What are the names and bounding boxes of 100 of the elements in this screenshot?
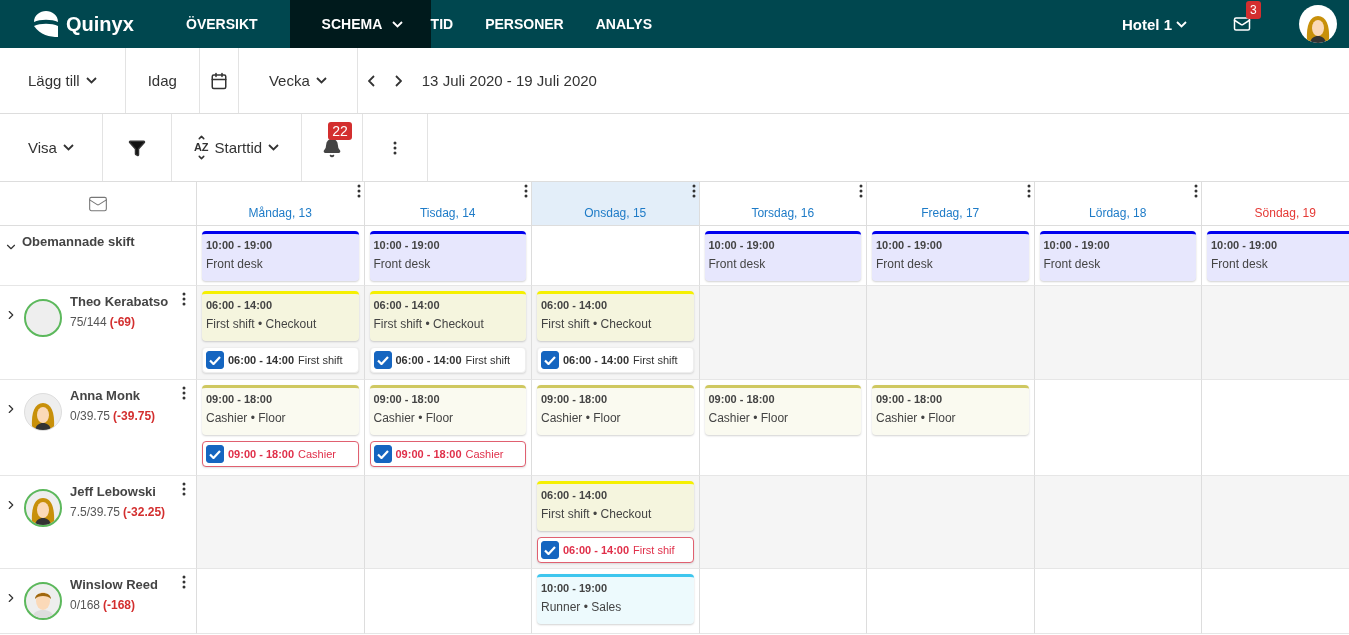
nav-tab[interactable]: ÖVERSIKT [186,0,290,48]
employee-name[interactable]: Jeff Lebowski [70,484,166,499]
group-label: Obemannade skift [22,234,135,249]
alerts-button[interactable]: 22 [302,114,364,181]
schedule-cell[interactable] [867,286,1035,380]
schedule-cell[interactable] [532,226,700,286]
user-avatar[interactable] [1299,5,1337,43]
schedule-cell[interactable]: 10:00 - 19:00 Front desk [699,226,867,286]
shift-card[interactable]: 10:00 - 19:00 Front desk [872,231,1029,281]
checkbox[interactable] [541,351,559,369]
employee-name[interactable]: Anna Monk [70,388,156,403]
today-button[interactable]: Idag [125,48,200,113]
schedule-cell[interactable]: 06:00 - 14:00 First shift • Checkout 06:00 - 14:00 First shift [532,286,700,380]
nav-tab[interactable]: TID [430,0,486,48]
shift-card[interactable]: 09:00 - 18:00 Cashier • Floor [369,385,526,435]
shift-card[interactable]: 06:00 - 14:00 First shift • Checkout [202,291,359,341]
shift-card[interactable]: 06:00 - 14:00 First shift • Checkout [537,481,694,531]
more-icon[interactable] [859,184,863,198]
schedule-cell[interactable]: 10:00 - 19:00 Front desk [867,226,1035,286]
schedule-cell[interactable] [1034,569,1202,634]
view-dropdown[interactable]: Visa [0,114,103,181]
shift-card[interactable]: 10:00 - 19:00 Front desk [1039,231,1196,281]
more-icon[interactable] [524,184,528,198]
more-icon[interactable] [182,482,186,496]
day-header[interactable]: Tisdag, 14 [364,182,532,226]
shift-card[interactable]: 09:00 - 18:00 Cashier • Floor [704,385,861,435]
more-icon[interactable] [356,184,361,198]
schedule-cell[interactable]: 06:00 - 14:00 First shift • Checkout 06:00 - 14:00 First shif [532,476,700,569]
schedule-cell[interactable]: 10:00 - 19:00 Front desk [364,226,532,286]
day-header[interactable]: Lördag, 18 [1034,182,1202,226]
schedule-cell[interactable] [364,569,532,634]
schedule-cell[interactable] [364,476,532,569]
more-icon[interactable] [1194,184,1198,198]
day-header[interactable]: Torsdag, 16 [699,182,867,226]
schedule-cell[interactable]: 10:00 - 19:00 Front desk [197,226,365,286]
add-dropdown[interactable]: Lägg till [0,48,126,113]
day-header[interactable]: Fredag, 17 [867,182,1035,226]
shift-card[interactable]: 06:00 - 14:00 First shift • Checkout [369,291,526,341]
more-icon[interactable] [691,184,696,198]
schedule-cell[interactable] [1034,380,1202,476]
schedule-cell[interactable]: 09:00 - 18:00 Cashier • Floor [699,380,867,476]
shift-title: Runner • Sales [541,600,623,614]
schedule-cell[interactable] [1034,476,1202,569]
checkbox[interactable] [541,541,559,559]
task-item[interactable]: 09:00 - 18:00 Cashier [202,441,359,467]
checkbox[interactable] [206,445,224,463]
shift-title: Front desk [373,257,432,271]
checkmark-icon [376,355,389,365]
task-item[interactable]: 06:00 - 14:00 First shift [369,347,526,373]
checkmark-icon [376,449,389,459]
nav-tab[interactable]: PERSONER [485,0,596,48]
checkbox[interactable] [206,351,224,369]
mail-button[interactable] [1233,15,1251,33]
more-icon[interactable] [182,292,186,306]
shift-card[interactable]: 10:00 - 19:00 Front desk [704,231,861,281]
task-item[interactable]: 06:00 - 14:00 First shift [202,347,359,373]
task-item[interactable]: 09:00 - 18:00 Cashier [369,441,526,467]
shift-title: First shift • Checkout [373,317,485,331]
shift-card[interactable]: 09:00 - 18:00 Cashier • Floor [537,385,694,435]
schedule-cell[interactable] [1034,286,1202,380]
task-item[interactable]: 06:00 - 14:00 First shif [537,537,694,563]
more-icon[interactable] [1026,184,1031,198]
shift-time: 10:00 - 19:00 [876,239,944,251]
schedule-cell[interactable]: 09:00 - 18:00 Cashier • Floor 09:00 - 18:00 Cashier [197,380,365,476]
shift-card[interactable]: 09:00 - 18:00 Cashier • Floor [872,385,1029,435]
nav-tab[interactable]: SCHEMA [289,0,431,48]
nav-tab[interactable]: ANALYS [595,0,684,48]
schedule-cell[interactable] [197,569,365,634]
shift-card[interactable]: 10:00 - 19:00 Front desk [369,231,526,281]
unit-dropdown[interactable]: Hotel 1 [1116,14,1193,34]
more-icon[interactable] [182,575,186,589]
schedule-cell[interactable]: 09:00 - 18:00 Cashier • Floor [867,380,1035,476]
schedule-cell[interactable]: 10:00 - 19:00 Front desk [1034,226,1202,286]
checkbox[interactable] [373,445,392,463]
schedule-cell[interactable] [1202,286,1349,380]
schedule-cell[interactable]: 06:00 - 14:00 First shift • Checkout 06:00 - 14:00 First shift [364,286,532,380]
employee-name[interactable]: Winslow Reed [70,577,158,592]
day-header[interactable]: Onsdag, 15 [532,182,700,226]
schedule-cell[interactable] [699,569,867,634]
schedule-cell[interactable]: 10:00 - 19:00 Runner • Sales [532,569,700,634]
shift-card[interactable]: 09:00 - 18:00 Cashier • Floor [202,385,359,435]
schedule-cell[interactable] [699,286,867,380]
schedule-cell[interactable]: 09:00 - 18:00 Cashier • Floor [532,380,700,476]
period-dropdown[interactable]: Vecka [238,48,358,113]
schedule-cell[interactable] [197,476,365,569]
checkbox[interactable] [373,351,392,369]
employee-name[interactable]: Theo Kerabatso [70,294,169,309]
schedule-cell[interactable] [867,476,1035,569]
shift-card[interactable]: 06:00 - 14:00 First shift • Checkout [537,291,694,341]
sort-dropdown[interactable]: AZ Starttid [171,114,303,181]
shift-card[interactable]: 10:00 - 19:00 Runner • Sales [537,574,694,624]
schedule-cell[interactable]: 06:00 - 14:00 First shift • Checkout 06:00 - 14:00 First shift [197,286,365,380]
task-item[interactable]: 06:00 - 14:00 First shift [537,347,694,373]
schedule-cell[interactable] [867,569,1035,634]
schedule-cell[interactable]: 09:00 - 18:00 Cashier • Floor 09:00 - 18:00 Cashier [364,380,532,476]
day-header[interactable]: Måndag, 13 [197,182,365,226]
schedule-cell[interactable] [1202,476,1349,569]
schedule-cell[interactable] [699,476,867,569]
more-icon[interactable] [182,386,186,400]
shift-card[interactable]: 10:00 - 19:00 Front desk [202,231,359,281]
